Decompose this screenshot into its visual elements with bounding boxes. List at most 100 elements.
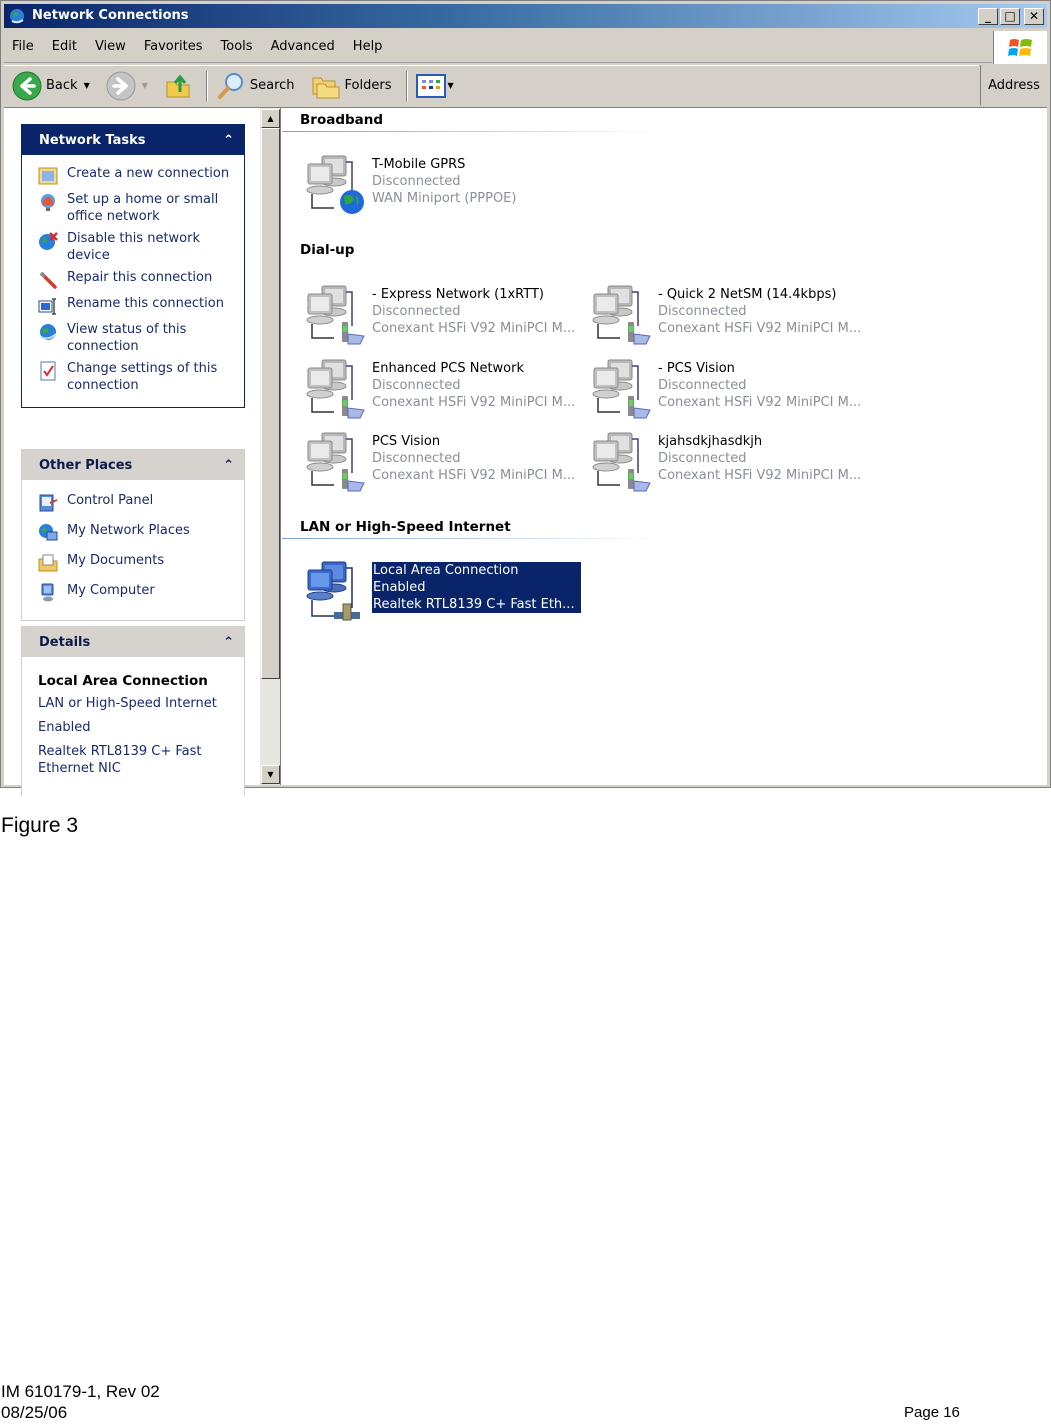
menu-tools[interactable]: Tools xyxy=(221,39,253,54)
connection-item[interactable]: Enhanced PCS Network Disconnected Conexa… xyxy=(302,356,575,420)
connections-list: Broadband T-Mobile GPRS Disconnected WAN… xyxy=(282,108,1047,785)
network-places-icon xyxy=(39,524,58,541)
task-label: Set up a home or small office network xyxy=(67,192,219,224)
connection-item[interactable]: PCS Vision Disconnected Conexant HSFi V9… xyxy=(302,429,575,493)
search-icon xyxy=(217,72,243,99)
back-arrow-icon xyxy=(12,71,42,100)
close-button[interactable]: ✕ xyxy=(1024,8,1044,25)
connection-device: Conexant HSFi V92 MiniPCI M... xyxy=(658,321,862,336)
folders-button[interactable]: Folders xyxy=(311,72,392,100)
dialup-connection-icon xyxy=(302,356,365,419)
connection-item-selected[interactable]: Local Area Connection Enabled Realtek RT… xyxy=(302,558,582,622)
place-label: My Computer xyxy=(67,583,155,598)
group-divider xyxy=(282,538,662,539)
connection-name: Enhanced PCS Network xyxy=(372,361,525,376)
task-disable-device[interactable]: Disable this network device xyxy=(38,230,236,264)
task-pane-scrollbar[interactable]: ▲ ▼ xyxy=(260,108,281,785)
network-tasks-panel: Network Tasks ⌃ Create a new connection … xyxy=(21,124,245,408)
scroll-up-button[interactable]: ▲ xyxy=(261,109,280,128)
connection-item[interactable]: kjahsdkjhasdkjh Disconnected Conexant HS… xyxy=(588,429,861,493)
task-view-status[interactable]: View status of this connection xyxy=(38,321,236,355)
collapse-chevron-icon[interactable]: ⌃ xyxy=(223,635,234,650)
home-network-icon xyxy=(41,194,55,211)
views-dropdown-icon[interactable]: ▼ xyxy=(448,81,454,90)
address-bar-label[interactable]: Address xyxy=(980,65,1047,105)
up-folder-button[interactable] xyxy=(164,72,192,100)
place-control-panel[interactable]: Control Panel xyxy=(38,492,236,513)
back-button[interactable]: Back ▼ xyxy=(12,71,90,101)
folders-label: Folders xyxy=(344,78,392,93)
menu-view[interactable]: View xyxy=(95,39,126,54)
task-repair-connection[interactable]: Repair this connection xyxy=(38,269,236,290)
menu-file[interactable]: File xyxy=(12,39,34,54)
other-places-header[interactable]: Other Places ⌃ xyxy=(22,450,244,480)
document-id: IM 610179-1, Rev 02 xyxy=(1,1382,160,1401)
connection-item[interactable]: - Quick 2 NetSM (14.4kbps) Disconnected … xyxy=(588,282,861,346)
place-network-places[interactable]: My Network Places xyxy=(38,522,236,543)
network-tasks-header[interactable]: Network Tasks ⌃ xyxy=(22,125,244,155)
connection-device: WAN Miniport (PPPOE) xyxy=(372,191,517,206)
menu-bar: File Edit View Favorites Tools Advanced … xyxy=(4,31,992,63)
task-label: Repair this connection xyxy=(67,270,213,285)
content-area: Network Tasks ⌃ Create a new connection … xyxy=(4,107,1047,796)
task-label: Disable this network device xyxy=(67,231,201,263)
menu-edit[interactable]: Edit xyxy=(52,39,77,54)
search-button[interactable]: Search xyxy=(216,71,295,101)
menu-favorites[interactable]: Favorites xyxy=(144,39,203,54)
back-dropdown-icon[interactable]: ▼ xyxy=(84,81,90,90)
task-pane: Network Tasks ⌃ Create a new connection … xyxy=(4,108,260,796)
connection-item[interactable]: - PCS Vision Disconnected Conexant HSFi … xyxy=(588,356,861,420)
dialup-connection-icon xyxy=(588,429,651,492)
details-panel: Details ⌃ Local Area Connection LAN or H… xyxy=(21,626,245,796)
task-home-network[interactable]: Set up a home or small office network xyxy=(38,191,236,225)
connection-status: Disconnected xyxy=(372,378,461,393)
details-device-name: Realtek RTL8139 C+ Fast Ethernet NIC xyxy=(38,744,202,776)
connection-name: T-Mobile GPRS xyxy=(372,157,466,172)
task-label: Create a new connection xyxy=(67,166,230,181)
menu-advanced[interactable]: Advanced xyxy=(271,39,335,54)
rename-icon xyxy=(38,298,56,315)
document-date: 08/25/06 xyxy=(1,1403,68,1422)
place-my-computer[interactable]: My Computer xyxy=(38,582,236,603)
title-bar[interactable]: Network Connections _ □ ✕ xyxy=(4,4,1047,28)
connection-name: Local Area Connection xyxy=(373,563,519,578)
connection-device: Conexant HSFi V92 MiniPCI M... xyxy=(372,468,576,483)
menu-help[interactable]: Help xyxy=(353,39,383,54)
back-label: Back xyxy=(46,78,78,93)
task-rename-connection[interactable]: Rename this connection xyxy=(38,295,236,316)
connection-item[interactable]: - Express Network (1xRTT) Disconnected C… xyxy=(302,282,575,346)
details-header[interactable]: Details ⌃ xyxy=(22,627,244,657)
computer-icon xyxy=(41,583,54,602)
minimize-button[interactable]: _ xyxy=(978,8,998,25)
task-change-settings[interactable]: Change settings of this connection xyxy=(38,360,236,394)
network-connections-window: Network Connections _ □ ✕ File Edit View… xyxy=(0,0,1051,796)
connection-status: Disconnected xyxy=(372,304,461,319)
views-button[interactable]: ▼ xyxy=(415,73,454,98)
collapse-chevron-icon[interactable]: ⌃ xyxy=(223,458,234,473)
details-connection-type: LAN or High-Speed Internet xyxy=(38,696,217,711)
search-label: Search xyxy=(249,78,295,93)
window-title: Network Connections xyxy=(32,8,189,23)
details-title: Details xyxy=(39,634,91,650)
connection-name: kjahsdkjhasdkjh xyxy=(658,434,763,449)
task-label: Rename this connection xyxy=(67,296,224,311)
connection-device: Conexant HSFi V92 MiniPCI M... xyxy=(658,468,862,483)
connection-item[interactable]: T-Mobile GPRS Disconnected WAN Miniport … xyxy=(302,152,516,216)
place-label: Control Panel xyxy=(67,493,154,508)
forward-button[interactable]: ▼ xyxy=(106,71,148,101)
place-my-documents[interactable]: My Documents xyxy=(38,552,236,573)
dialup-connection-icon xyxy=(302,282,365,345)
place-label: My Network Places xyxy=(67,523,190,538)
connection-device: Conexant HSFi V92 MiniPCI M... xyxy=(658,395,862,410)
control-panel-icon xyxy=(39,494,58,512)
connection-status: Disconnected xyxy=(658,378,747,393)
maximize-button[interactable]: □ xyxy=(1000,8,1020,25)
scrollbar-thumb[interactable] xyxy=(261,128,280,679)
details-connection-name: Local Area Connection xyxy=(38,673,208,689)
up-folder-icon xyxy=(166,74,190,97)
collapse-chevron-icon[interactable]: ⌃ xyxy=(223,133,234,148)
dialup-connection-icon xyxy=(588,282,651,345)
forward-dropdown-icon[interactable]: ▼ xyxy=(142,81,148,90)
task-create-connection[interactable]: Create a new connection xyxy=(38,165,236,186)
scroll-down-button[interactable]: ▼ xyxy=(261,765,280,784)
